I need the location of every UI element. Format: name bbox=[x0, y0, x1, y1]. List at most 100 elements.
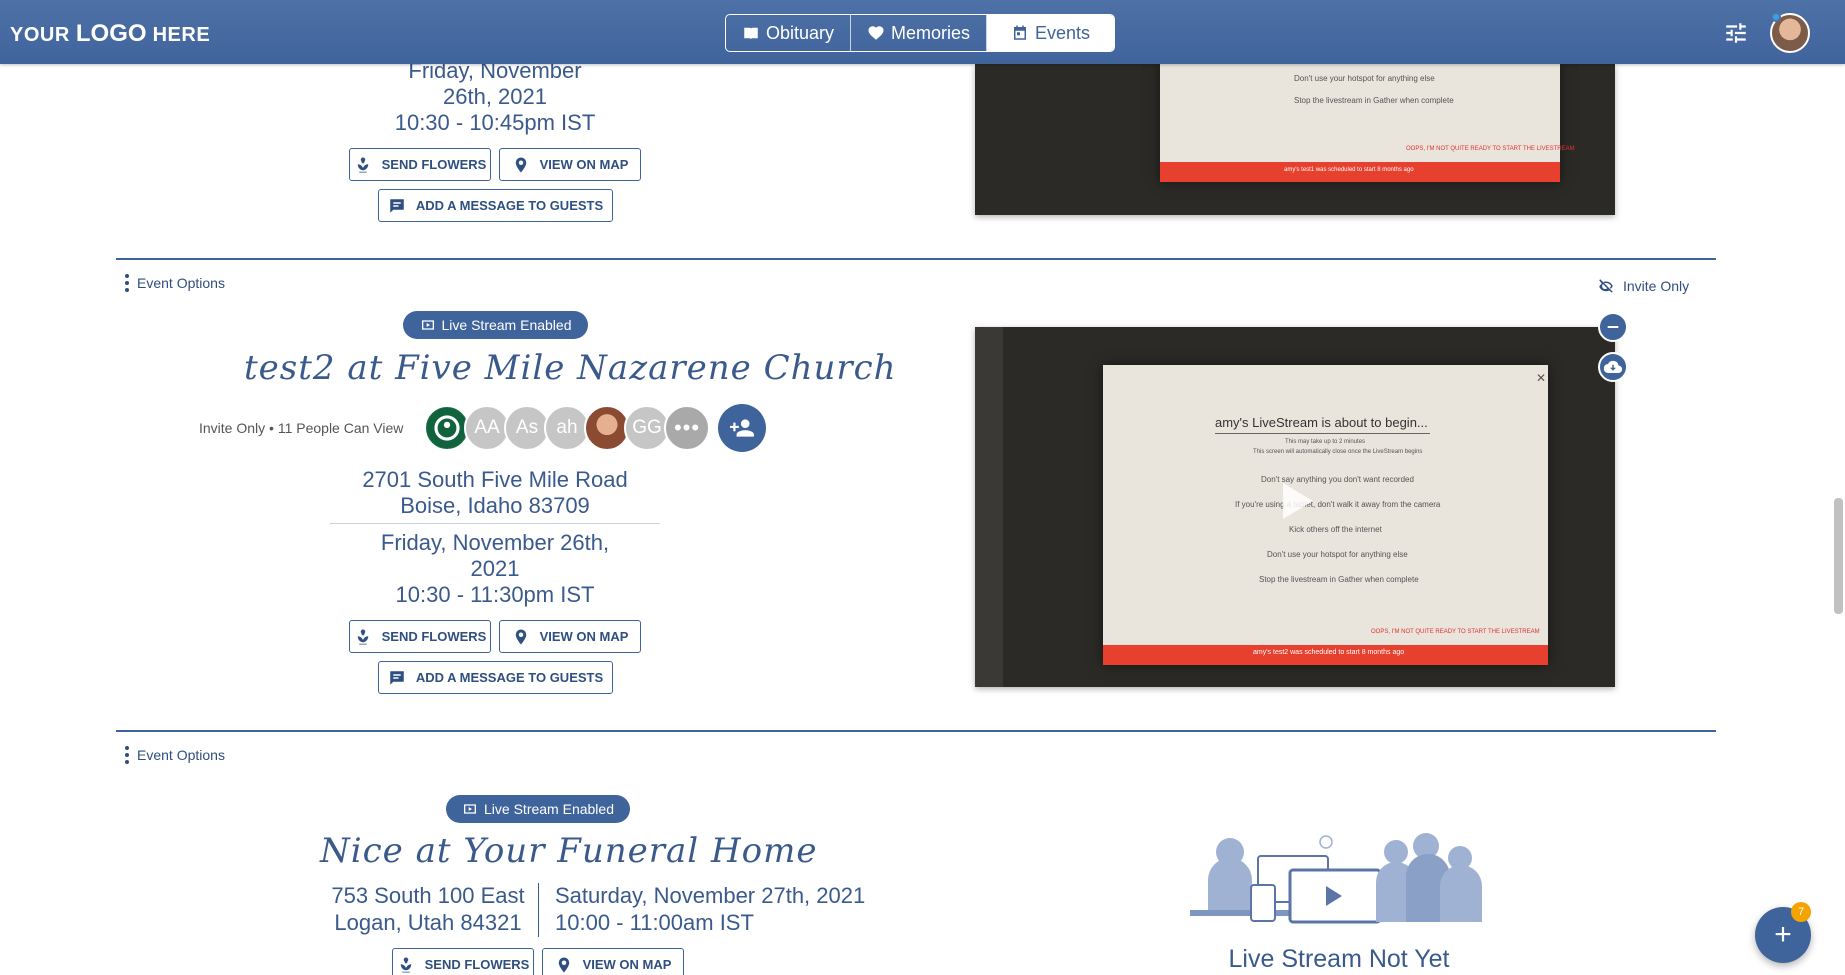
event1-video-player[interactable]: Don't use your hotspot for anything else… bbox=[975, 64, 1615, 215]
event2-view-on-map-label: VIEW ON MAP bbox=[539, 629, 629, 644]
event3-date: Saturday, November 27th, 2021 10:00 - 11… bbox=[555, 882, 865, 936]
event1-view-on-map-label: VIEW ON MAP bbox=[539, 157, 629, 172]
video-sub1: This may take up to 2 minutes bbox=[1285, 439, 1366, 445]
fab-count-badge: 7 bbox=[1791, 902, 1811, 922]
map-pin-icon bbox=[558, 957, 569, 972]
event1-add-message-label: ADD A MESSAGE TO GUESTS bbox=[415, 198, 604, 213]
video-oops: OOPS, I'M NOT QUITE READY TO START THE L… bbox=[1371, 629, 1540, 635]
event2-send-flowers-label: SEND FLOWERS bbox=[381, 629, 487, 644]
plus-icon: + bbox=[1774, 918, 1792, 951]
livestream-people-illustration bbox=[1190, 833, 1482, 924]
add-viewer-button[interactable] bbox=[718, 404, 766, 452]
event2-address-line2: Boise, Idaho 83709 bbox=[400, 493, 590, 518]
top-bar: YOUR LOGO HERE Obituary Memories Events bbox=[0, 0, 1845, 64]
minus-icon bbox=[1607, 326, 1619, 328]
event2-view-on-map-button[interactable]: VIEW ON MAP bbox=[499, 620, 641, 653]
event3-view-on-map-button[interactable]: VIEW ON MAP bbox=[542, 948, 684, 975]
event2-date: Friday, November 26th, 2021 10:30 - 11:3… bbox=[345, 530, 645, 608]
event2-options-button[interactable]: Event Options bbox=[125, 274, 225, 292]
event2-options-label: Event Options bbox=[137, 275, 225, 291]
tab-memories-label: Memories bbox=[891, 22, 971, 43]
event3-options-label: Event Options bbox=[137, 747, 225, 763]
event2-time: 10:30 - 11:30pm IST bbox=[395, 582, 595, 607]
event2-title: test2 at Five Mile Nazarene Church bbox=[244, 348, 897, 388]
event2-address: 2701 South Five Mile Road Boise, Idaho 8… bbox=[345, 467, 645, 519]
video-sidebar-strip bbox=[975, 327, 1003, 687]
kebab-menu-icon bbox=[125, 746, 129, 764]
download-button[interactable] bbox=[1598, 352, 1628, 382]
livestream-icon bbox=[464, 804, 477, 814]
event3-badge-label: Live Stream Enabled bbox=[484, 801, 614, 817]
minimize-button[interactable] bbox=[1598, 312, 1628, 342]
video-tip: Kick others off the internet bbox=[1289, 525, 1382, 534]
logo-text-left: YOUR bbox=[10, 24, 70, 46]
tab-memories[interactable]: Memories bbox=[851, 15, 988, 51]
livestream-icon bbox=[421, 320, 434, 330]
play-icon[interactable] bbox=[1273, 479, 1317, 523]
event2-livestream-badge: Live Stream Enabled bbox=[403, 311, 588, 339]
event3-time: 10:00 - 11:00am IST bbox=[555, 910, 754, 935]
flower-icon bbox=[357, 157, 368, 172]
tab-obituary[interactable]: Obituary bbox=[726, 15, 852, 51]
event2-visibility[interactable]: Invite Only bbox=[1597, 277, 1689, 295]
map-pin-icon bbox=[515, 157, 526, 172]
event-divider bbox=[116, 258, 1716, 260]
starbucks-logo-icon bbox=[427, 408, 467, 448]
eye-off-icon bbox=[1599, 279, 1613, 293]
event1-video-scheduled: amy's test1 was scheduled to start 8 mon… bbox=[1284, 167, 1414, 173]
event2-add-message-button[interactable]: ADD A MESSAGE TO GUESTS bbox=[378, 661, 613, 694]
more-viewers-icon[interactable]: ••• bbox=[664, 405, 710, 451]
event1-send-flowers-label: SEND FLOWERS bbox=[381, 157, 487, 172]
cloud-download-icon bbox=[1604, 360, 1622, 374]
flower-icon bbox=[400, 957, 411, 972]
video-heading: amy's LiveStream is about to begin... bbox=[1215, 415, 1428, 430]
event1-video-screen: Don't use your hotspot for anything else… bbox=[1160, 64, 1575, 182]
map-pin-icon bbox=[515, 629, 526, 644]
event1-video-line: Don't use your hotspot for anything else bbox=[1294, 74, 1435, 83]
heart-icon bbox=[868, 26, 884, 40]
scrollbar-thumb[interactable] bbox=[1834, 498, 1843, 614]
tab-obituary-label: Obituary bbox=[766, 22, 835, 43]
event1-video-line: Stop the livestream in Gather when compl… bbox=[1294, 96, 1454, 105]
event3-view-on-map-label: VIEW ON MAP bbox=[582, 957, 672, 972]
close-icon[interactable]: ✕ bbox=[1536, 371, 1546, 385]
settings-sliders-icon[interactable] bbox=[1723, 20, 1749, 46]
event2-video-screen: amy's LiveStream is about to begin... Th… bbox=[1103, 365, 1548, 665]
event3-address: 753 South 100 East Logan, Utah 84321 bbox=[322, 882, 534, 936]
event2-viewers-text: Invite Only • 11 People Can View bbox=[199, 420, 404, 436]
tab-events-label: Events bbox=[1035, 22, 1091, 43]
event3-send-flowers-button[interactable]: SEND FLOWERS bbox=[392, 948, 534, 975]
main-tabs: Obituary Memories Events bbox=[725, 14, 1116, 52]
message-icon bbox=[390, 198, 404, 213]
event2-badge-label: Live Stream Enabled bbox=[441, 317, 572, 333]
event2-address-line1: 2701 South Five Mile Road bbox=[362, 467, 628, 492]
logo[interactable]: YOUR LOGO HERE bbox=[10, 20, 210, 48]
event3-livestream-badge: Live Stream Enabled bbox=[446, 795, 630, 823]
book-icon bbox=[744, 27, 758, 39]
event1-add-message-button[interactable]: ADD A MESSAGE TO GUESTS bbox=[378, 189, 613, 222]
event1-video-oops: OOPS, I'M NOT QUITE READY TO START THE L… bbox=[1406, 146, 1575, 152]
event2-date-line1: Friday, November 26th, bbox=[380, 530, 610, 555]
tab-events[interactable]: Events bbox=[987, 15, 1115, 51]
event-divider bbox=[116, 730, 1716, 732]
event2-send-flowers-button[interactable]: SEND FLOWERS bbox=[349, 620, 491, 653]
event2-add-message-label: ADD A MESSAGE TO GUESTS bbox=[415, 670, 604, 685]
event1-send-flowers-button[interactable]: SEND FLOWERS bbox=[349, 148, 491, 181]
video-sub2: This screen will automatically close onc… bbox=[1253, 449, 1423, 455]
video-tip: Don't use your hotspot for anything else bbox=[1267, 550, 1408, 559]
event3-address-line1: 753 South 100 East bbox=[331, 883, 525, 908]
flower-icon bbox=[357, 629, 368, 644]
event3-separator bbox=[538, 883, 539, 937]
event2-visibility-label: Invite Only bbox=[1623, 278, 1690, 294]
notification-dot bbox=[1771, 12, 1781, 22]
event3-title: Nice at Your Funeral Home bbox=[320, 831, 818, 871]
event2-address-divider bbox=[330, 523, 660, 524]
video-heading-underline bbox=[1215, 433, 1430, 434]
event1-view-on-map-button[interactable]: VIEW ON MAP bbox=[499, 148, 641, 181]
event3-options-button[interactable]: Event Options bbox=[125, 746, 225, 764]
event2-date-line2: 2021 bbox=[470, 556, 520, 581]
event2-video-player[interactable]: amy's LiveStream is about to begin... Th… bbox=[975, 327, 1615, 687]
event1-date: Friday, November 26th, 2021 10:30 - 10:4… bbox=[345, 58, 645, 136]
video-scheduled: amy's test2 was scheduled to start 8 mon… bbox=[1253, 649, 1405, 656]
calendar-icon bbox=[1014, 25, 1027, 40]
